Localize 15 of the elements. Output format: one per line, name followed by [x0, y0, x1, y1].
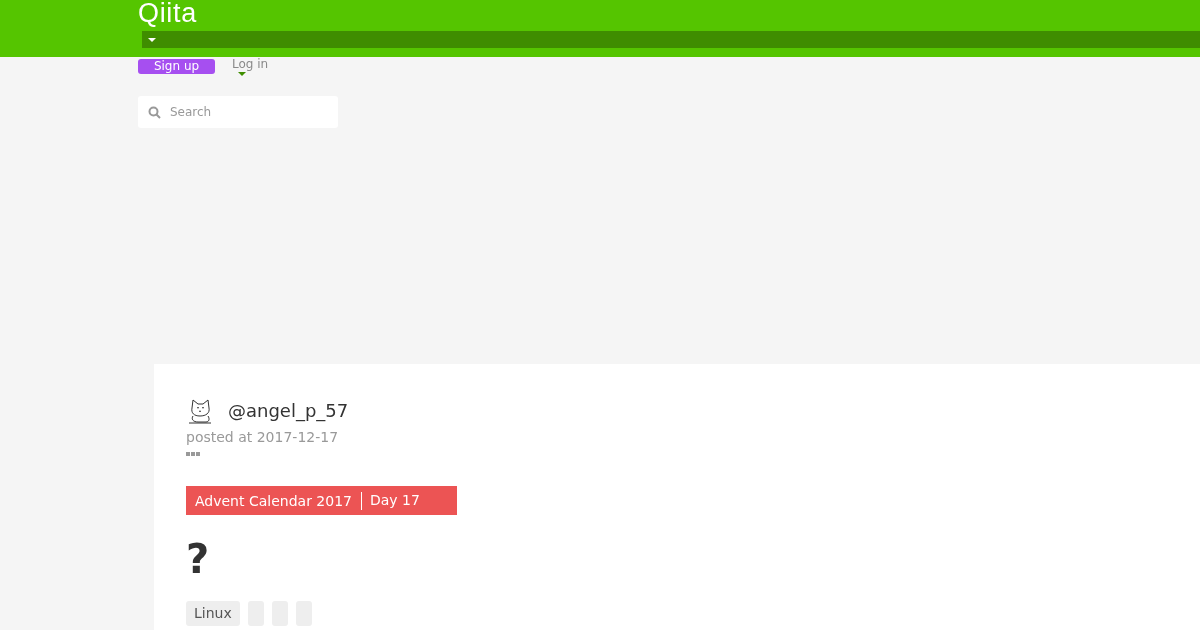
calendar-name: Advent Calendar 2017 [195, 491, 362, 510]
calendar-day: Day 17 [361, 490, 420, 511]
login-link[interactable]: Log in [232, 57, 269, 71]
article-title: ? [186, 535, 210, 583]
logo[interactable]: Qiita [138, 0, 197, 26]
signup-button[interactable]: Sign up [138, 59, 215, 74]
search-icon [148, 106, 161, 119]
advent-calendar-banner[interactable]: Advent Calendar 2017 Day 17 [186, 486, 457, 515]
search-field[interactable]: Search [138, 96, 338, 128]
caret-icon[interactable] [238, 72, 246, 76]
author-name[interactable]: @angel_p_57 [228, 397, 349, 424]
tag[interactable]: Linux [186, 601, 240, 626]
caret-icon[interactable] [148, 37, 156, 42]
posted-date: posted at 2017-12-17 [186, 428, 339, 447]
more-icon[interactable] [186, 452, 201, 457]
